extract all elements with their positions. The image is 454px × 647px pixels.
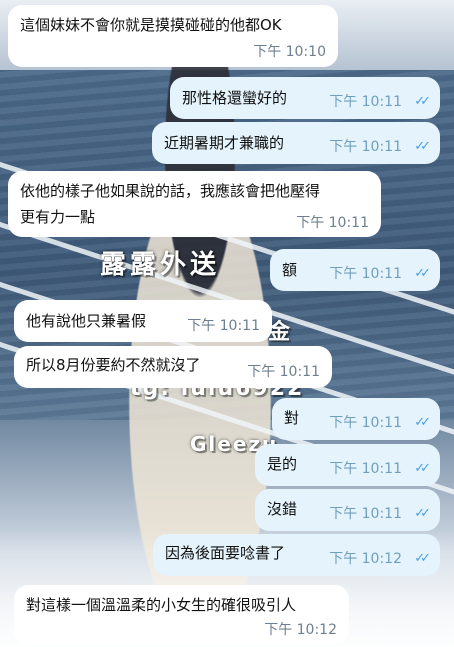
- message-text: 沒錯: [267, 500, 298, 518]
- message-bubble-outgoing[interactable]: 是的 下午 10:11 ✓✓: [255, 444, 440, 486]
- message-time: 下午 10:11: [329, 266, 402, 282]
- read-receipt-icon: ✓✓: [414, 266, 431, 281]
- message-text: 他有說他只兼暑假: [26, 312, 147, 330]
- message-text: 近期暑期才兼職的: [164, 134, 285, 152]
- message-text: 對: [284, 409, 300, 427]
- message-text: 因為後面要唸書了: [165, 544, 286, 562]
- message-bubble-outgoing[interactable]: 額 下午 10:11 ✓✓: [270, 249, 440, 291]
- message-bubble-incoming[interactable]: 所以8月份要約不然就沒了 下午 10:11: [14, 346, 332, 388]
- message-text-line: 更有力一點: [20, 208, 96, 226]
- read-receipt-icon: ✓✓: [414, 139, 431, 154]
- read-receipt-icon: ✓✓: [414, 506, 431, 521]
- read-receipt-icon: ✓✓: [414, 415, 431, 430]
- message-time: 下午 10:11: [329, 139, 402, 155]
- read-receipt-icon: ✓✓: [414, 461, 431, 476]
- message-text: 這個妹妹不會你就是摸摸碰碰的他都OK: [20, 16, 282, 34]
- message-bubble-outgoing[interactable]: 那性格還蠻好的 下午 10:11 ✓✓: [170, 77, 440, 119]
- message-time: 下午 10:11: [296, 215, 369, 231]
- read-receipt-icon: ✓✓: [414, 94, 431, 109]
- message-text: 對這樣一個溫溫柔的小女生的確很吸引人: [26, 596, 297, 614]
- message-bubble-outgoing[interactable]: 沒錯 下午 10:11 ✓✓: [255, 489, 440, 531]
- message-bubble-incoming[interactable]: 依他的樣子他如果說的話，我應該會把他壓得 更有力一點 下午 10:11: [8, 171, 381, 237]
- message-time: 下午 10:11: [329, 415, 402, 431]
- message-time: 下午 10:11: [247, 364, 320, 380]
- message-bubble-outgoing[interactable]: 近期暑期才兼職的 下午 10:11 ✓✓: [152, 122, 440, 164]
- read-receipt-icon: ✓✓: [414, 551, 431, 566]
- message-bubble-incoming[interactable]: 這個妹妹不會你就是摸摸碰碰的他都OK 下午 10:10: [8, 5, 338, 67]
- message-bubble-outgoing[interactable]: 因為後面要唸書了 下午 10:12 ✓✓: [153, 534, 440, 576]
- message-time: 下午 10:11: [329, 94, 402, 110]
- message-text: 額: [282, 261, 298, 279]
- message-time: 下午 10:12: [264, 622, 337, 638]
- message-text: 所以8月份要約不然就沒了: [26, 356, 201, 374]
- watermark-text: 露露外送: [100, 250, 221, 280]
- message-bubble-outgoing[interactable]: 對 下午 10:11 ✓✓: [272, 398, 440, 440]
- message-time: 下午 10:11: [329, 506, 402, 522]
- message-time: 下午 10:11: [329, 461, 402, 477]
- message-time: 下午 10:11: [187, 318, 260, 334]
- message-text-line: 依他的樣子他如果說的話，我應該會把他壓得: [20, 182, 321, 200]
- message-text: 那性格還蠻好的: [182, 89, 288, 107]
- message-text: 是的: [267, 455, 298, 473]
- message-time: 下午 10:12: [329, 551, 402, 567]
- message-time: 下午 10:10: [253, 44, 326, 60]
- message-bubble-incoming[interactable]: 對這樣一個溫溫柔的小女生的確很吸引人 下午 10:12: [14, 585, 349, 644]
- message-bubble-incoming[interactable]: 他有說他只兼暑假 下午 10:11: [14, 300, 272, 342]
